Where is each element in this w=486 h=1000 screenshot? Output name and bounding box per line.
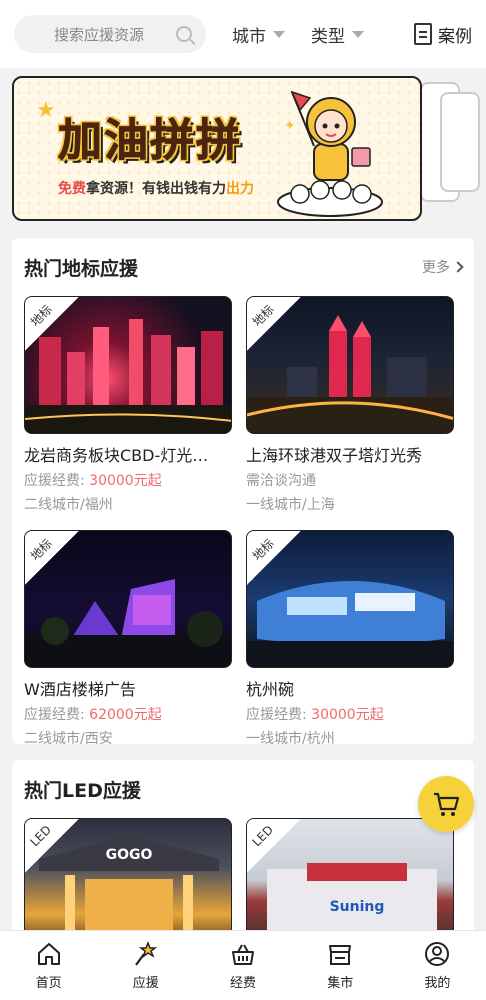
card-location: 一线城市/上海	[246, 497, 335, 513]
card-title: W酒店楼梯广告	[24, 680, 136, 699]
home-icon	[37, 942, 60, 965]
more-label: 更多	[422, 260, 450, 276]
city-filter-label: 城市	[232, 26, 266, 47]
promo-banner[interactable]: ★ ✦ 加油拼拼 免费拿资源！有钱出钱有力出力	[12, 76, 422, 221]
star-icon: ★	[36, 98, 56, 123]
document-icon	[414, 23, 432, 45]
card-price: 需洽谈沟通	[246, 473, 316, 489]
card-image: 地标	[246, 530, 454, 668]
banner-next-preview	[440, 92, 480, 192]
chevron-down-icon	[273, 30, 285, 38]
chevron-down-icon	[352, 30, 364, 38]
category-tag: LED	[25, 819, 79, 873]
storefront-sign: Suning	[330, 899, 385, 915]
storefront-sign: GOGO	[106, 847, 153, 863]
card-image: 地标	[24, 530, 232, 668]
card-image: 地标	[246, 296, 454, 434]
card-price: 应援经费: 30000元起	[24, 473, 162, 489]
nav-market[interactable]: 集市	[292, 931, 389, 1000]
type-filter[interactable]: 类型	[311, 22, 364, 47]
landmark-card[interactable]: 地标 龙岩商务板块CBD-灯光… 应援经费: 30000元起 二线城市/福州	[24, 296, 232, 514]
cart-icon	[434, 792, 460, 816]
landmark-card[interactable]: 地标 杭州碗 应援经费: 30000元起 一线城市/杭州	[246, 530, 454, 748]
user-icon	[425, 941, 450, 966]
cart-button[interactable]	[418, 776, 474, 832]
search-input[interactable]: 搜索应援资源	[14, 15, 206, 53]
search-icon[interactable]	[176, 26, 192, 42]
mascot-illustration	[277, 90, 383, 217]
landmark-section: 热门地标应援 更多 地标 龙岩商务板块CBD-灯光… 应援经费: 30000元起…	[12, 238, 474, 747]
market-icon	[329, 944, 352, 965]
nav-support[interactable]: 应援	[97, 931, 194, 1000]
banner-carousel[interactable]: ★ ✦ 加油拼拼 免费拿资源！有钱出钱有力出力	[0, 68, 486, 230]
more-link[interactable]: 更多	[422, 257, 464, 277]
card-location: 一线城市/杭州	[246, 731, 335, 747]
section-title: 热门LED应援	[24, 779, 141, 802]
nav-label: 首页	[35, 975, 62, 991]
basket-icon	[232, 944, 254, 965]
card-location: 二线城市/西安	[24, 731, 113, 747]
bottom-nav: 首页 应援 经费 集市 我的	[0, 930, 486, 1000]
category-tag: 地标	[25, 297, 79, 351]
search-placeholder: 搜索应援资源	[54, 25, 145, 44]
category-tag: 地标	[247, 297, 301, 351]
card-image: 地标	[24, 296, 232, 434]
section-title: 热门地标应援	[24, 257, 139, 280]
banner-title: 加油拼拼	[58, 115, 242, 167]
nav-profile[interactable]: 我的	[389, 931, 486, 1000]
star-wand-icon	[134, 940, 158, 966]
nav-funds[interactable]: 经费	[194, 931, 291, 1000]
landmark-card[interactable]: 地标 上海环球港双子塔灯光秀 需洽谈沟通 一线城市/上海	[246, 296, 454, 514]
card-title: 上海环球港双子塔灯光秀	[246, 446, 423, 465]
category-tag: 地标	[25, 531, 79, 585]
type-filter-label: 类型	[311, 26, 345, 47]
nav-label: 集市	[327, 975, 354, 991]
card-location: 二线城市/福州	[24, 497, 113, 513]
category-tag: 地标	[247, 531, 301, 585]
section-header: 热门LED应援	[12, 760, 474, 818]
top-bar: 搜索应援资源 城市 类型 案例	[0, 0, 486, 68]
section-header: 热门地标应援 更多	[12, 238, 474, 296]
category-tag: LED	[247, 819, 301, 873]
case-label: 案例	[438, 26, 472, 47]
case-button[interactable]: 案例	[414, 22, 472, 47]
card-title: 杭州碗	[246, 680, 295, 699]
banner-subtitle: 免费拿资源！有钱出钱有力出力	[58, 181, 254, 197]
nav-home[interactable]: 首页	[0, 931, 97, 1000]
landmark-card[interactable]: 地标 W酒店楼梯广告 应援经费: 62000元起 二线城市/西安	[24, 530, 232, 748]
card-title: 龙岩商务板块CBD-灯光…	[24, 446, 209, 465]
chevron-right-icon	[452, 261, 464, 273]
card-price: 应援经费: 62000元起	[24, 707, 162, 723]
nav-label: 经费	[230, 975, 257, 991]
nav-label: 应援	[132, 975, 159, 991]
nav-label: 我的	[424, 975, 451, 991]
card-price: 应援经费: 30000元起	[246, 707, 384, 723]
city-filter[interactable]: 城市	[232, 22, 285, 47]
